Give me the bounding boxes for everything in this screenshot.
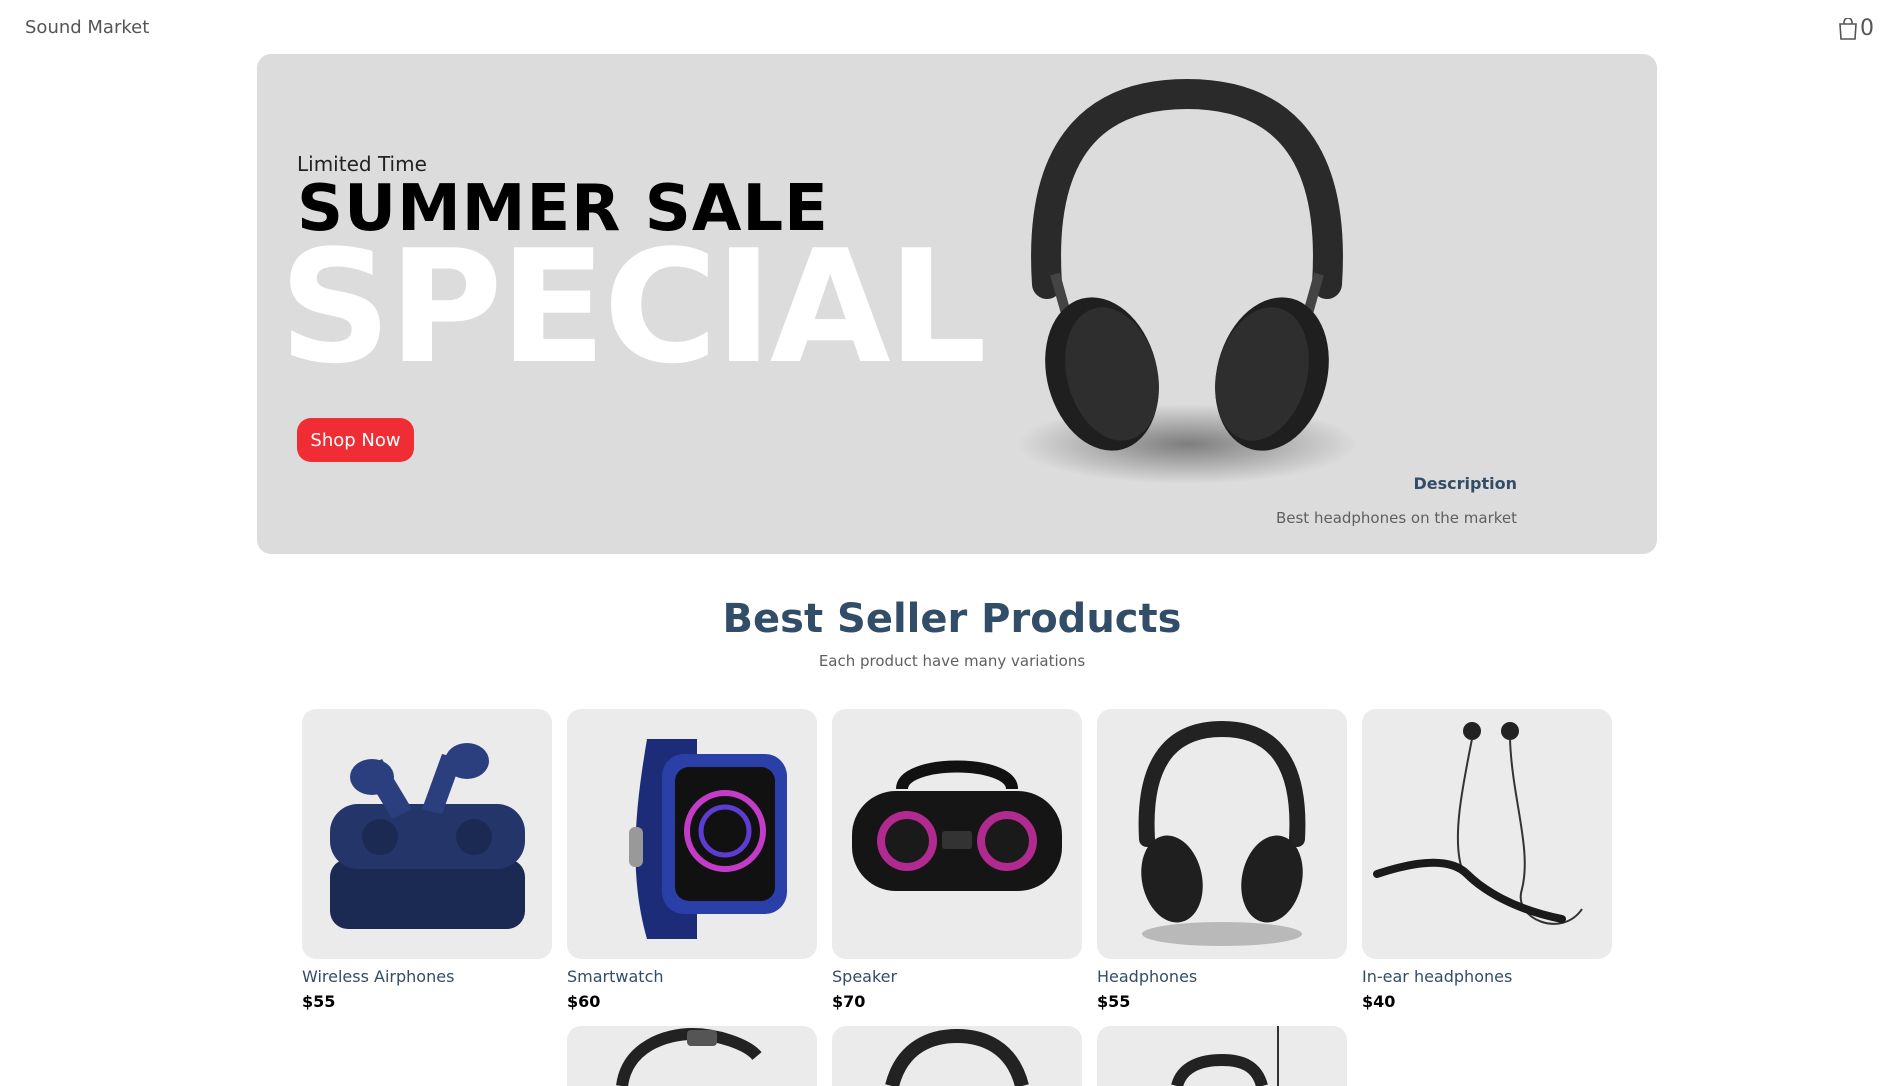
headphones-image — [1017, 78, 1357, 484]
product-card[interactable]: In-ear headphones $40 — [1362, 709, 1612, 1011]
section-title: Best Seller Products — [722, 596, 1182, 642]
product-card[interactable]: Smartwatch $60 — [567, 709, 817, 1011]
product-price: $55 — [302, 992, 336, 1011]
headphones-icon — [1171, 1026, 1279, 1086]
headphones-icon — [885, 1028, 1029, 1086]
description-text: Best headphones on the market — [1275, 509, 1517, 527]
product-name[interactable]: Headphones — [1097, 967, 1347, 986]
headphones-icon — [1138, 720, 1306, 946]
headphones-icon — [616, 1027, 762, 1086]
product-card[interactable]: Headphones $55 — [1097, 709, 1347, 1011]
product-card-partial[interactable] — [832, 1026, 1082, 1086]
product-name[interactable]: In-ear headphones — [1362, 967, 1612, 986]
cart-count: 0 — [1860, 16, 1874, 41]
product-name[interactable]: Speaker — [832, 967, 1082, 986]
product-card-partial[interactable] — [567, 1026, 817, 1086]
speaker-icon — [852, 760, 1062, 891]
in-ear-headphones-icon — [1373, 722, 1583, 925]
section-subtitle: Each product have many variations — [818, 652, 1086, 670]
hero-description: Description Best headphones on the marke… — [1276, 474, 1517, 527]
hero-banner: Limited Time SUMMER SALE SPECIAL Shop No… — [257, 54, 1657, 554]
airphones-icon — [330, 743, 525, 929]
smartwatch-icon — [629, 739, 787, 939]
product-image[interactable] — [832, 709, 1082, 959]
description-title: Description — [1413, 474, 1517, 493]
product-card[interactable]: Wireless Airphones $55 — [302, 709, 552, 1011]
hero-large-text: SPECIAL — [279, 216, 987, 398]
shop-now-button[interactable]: Shop Now — [297, 418, 414, 462]
product-card-partial[interactable] — [1097, 1026, 1347, 1086]
product-image[interactable] — [302, 709, 552, 959]
product-image[interactable] — [1097, 709, 1347, 959]
product-price: $70 — [832, 992, 866, 1011]
cart-button[interactable]: 0 — [1838, 18, 1874, 40]
product-name[interactable]: Smartwatch — [567, 967, 817, 986]
product-image[interactable] — [1362, 709, 1612, 959]
product-price: $55 — [1097, 992, 1131, 1011]
product-card[interactable]: Speaker $70 — [832, 709, 1082, 1011]
product-price: $60 — [567, 992, 601, 1011]
shopping-bag-icon — [1839, 18, 1857, 40]
site-logo[interactable]: Sound Market — [25, 17, 149, 38]
product-name[interactable]: Wireless Airphones — [302, 967, 552, 986]
product-image[interactable] — [567, 709, 817, 959]
product-price: $40 — [1362, 992, 1396, 1011]
